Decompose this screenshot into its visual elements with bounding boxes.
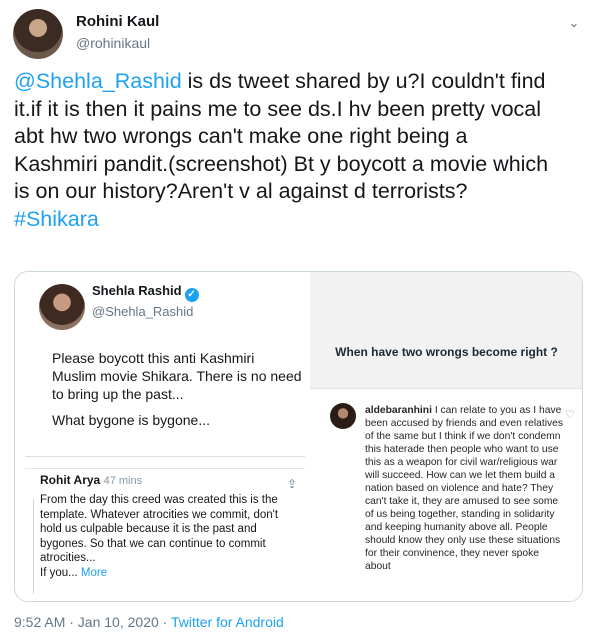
quoted-avatar <box>39 284 85 330</box>
mention-link[interactable]: @Shehla_Rashid <box>14 69 182 93</box>
verified-badge-icon: ✓ <box>184 288 199 302</box>
commenter-avatar <box>330 403 356 429</box>
question-card: When have two wrongs become right ? <box>310 272 582 389</box>
comment-text: aldebaranhini I can relate to you as I h… <box>365 405 564 572</box>
reply-thread-line <box>33 499 34 594</box>
hashtag-link[interactable]: #Shikara <box>14 207 99 231</box>
instagram-screenshot: When have two wrongs become right ? alde… <box>310 272 582 601</box>
chevron-down-icon[interactable]: ⌄ <box>563 12 585 34</box>
author-avatar[interactable] <box>13 9 63 59</box>
quoted-tweet-screenshot: Shehla Rashid ✓ @Shehla_Rashid Please boy… <box>25 272 305 457</box>
share-icon: ⇪ <box>286 477 298 491</box>
reply-screenshot: Rohit Arya 47 mins From the day this cre… <box>25 468 305 601</box>
tweet-timestamp[interactable]: 9:52 AM · Jan 10, 2020 · <box>14 614 171 630</box>
author-handle[interactable]: @rohinikaul <box>76 35 150 51</box>
quoted-body: Please boycott this anti Kashmiri Muslim… <box>52 350 302 402</box>
quoted-body-2: What bygone is bygone... <box>52 412 210 428</box>
heart-icon: ♡ <box>565 409 575 421</box>
tweet-source[interactable]: Twitter for Android <box>171 614 284 630</box>
quoted-name: Shehla Rashid ✓ <box>92 283 199 302</box>
question-text: When have two wrongs become right ? <box>335 345 558 359</box>
tweet-media-image[interactable]: Shehla Rashid ✓ @Shehla_Rashid Please boy… <box>14 271 583 602</box>
tweet-meta: 9:52 AM · Jan 10, 2020 · Twitter for And… <box>14 614 284 630</box>
reply-author: Rohit Arya 47 mins <box>40 473 143 487</box>
quoted-handle: @Shehla_Rashid <box>92 304 194 319</box>
author-name[interactable]: Rohini Kaul <box>76 13 159 30</box>
tweet-text: @Shehla_Rashid is ds tweet shared by u?I… <box>14 68 589 233</box>
reply-body: From the day this creed was created this… <box>40 494 279 579</box>
